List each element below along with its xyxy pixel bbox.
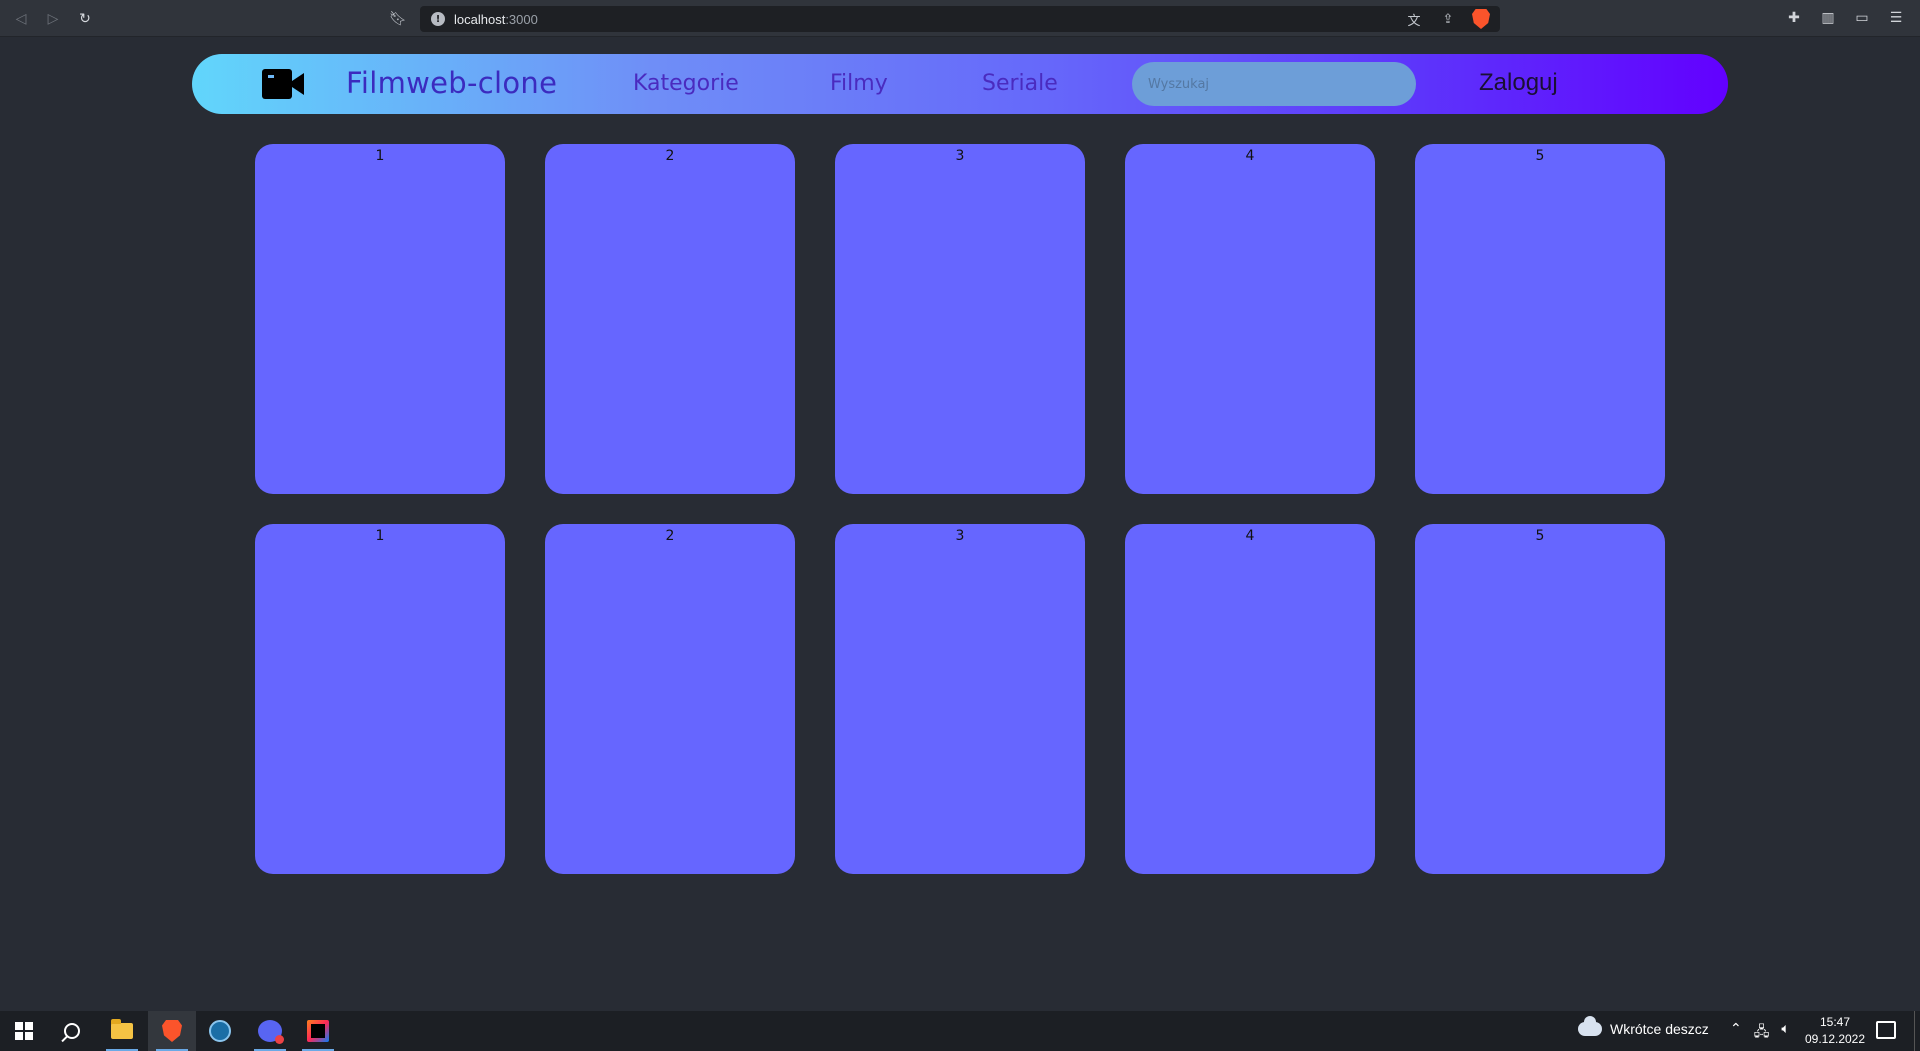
clock[interactable]: 15:47 09.12.2022 xyxy=(1800,1014,1870,1048)
search-icon[interactable] xyxy=(48,1011,96,1051)
movie-card[interactable]: 4 xyxy=(1125,144,1375,494)
menu-icon[interactable]: ☰ xyxy=(1886,8,1906,28)
address-bar[interactable]: ! localhost:3000 文 ⇪ xyxy=(420,6,1500,32)
notifications-icon[interactable] xyxy=(1876,1021,1896,1039)
intellij-idea-icon[interactable] xyxy=(294,1011,342,1051)
movie-card[interactable]: 5 xyxy=(1415,524,1665,874)
reload-icon[interactable]: ↻ xyxy=(74,8,96,30)
windows-taskbar: Wkrótce deszcz ⌃ 🖧︎ 🔈︎ 15:47 09.12.2022 xyxy=(0,1011,1920,1051)
weather-widget[interactable]: Wkrótce deszcz xyxy=(1578,1016,1709,1037)
movie-card[interactable]: 4 xyxy=(1125,524,1375,874)
card-row: 1 2 3 4 5 xyxy=(255,524,1665,874)
card-row: 1 2 3 4 5 xyxy=(255,144,1665,494)
clock-date: 09.12.2022 xyxy=(1804,1032,1866,1046)
brave-browser-icon[interactable] xyxy=(148,1011,196,1051)
browser-toolbar: ◁ ▷ ↻ 🔖︎ ! localhost:3000 文 ⇪ ✚ ▥ ▭ ☰ xyxy=(0,0,1920,37)
movie-card[interactable]: 1 xyxy=(255,144,505,494)
show-desktop-button[interactable] xyxy=(1914,1011,1920,1051)
chevron-up-icon[interactable]: ⌃ xyxy=(1730,1021,1742,1045)
windows-start-icon[interactable] xyxy=(0,1011,48,1051)
back-icon[interactable]: ◁ xyxy=(10,8,32,30)
site-info-icon[interactable]: ! xyxy=(431,12,445,26)
nav-seriale[interactable]: Seriale xyxy=(982,71,1058,96)
movie-card[interactable]: 3 xyxy=(835,524,1085,874)
extensions-icon[interactable]: ✚ xyxy=(1784,8,1804,28)
steam-icon[interactable] xyxy=(196,1011,244,1051)
weather-text: Wkrótce deszcz xyxy=(1610,1021,1709,1037)
video-camera-icon[interactable] xyxy=(262,69,304,99)
sidebar-icon[interactable]: ▥ xyxy=(1818,8,1838,28)
movie-card[interactable]: 2 xyxy=(545,524,795,874)
wallet-icon[interactable]: ▭ xyxy=(1852,8,1872,28)
site-navbar: Filmweb-clone Kategorie Filmy Seriale Za… xyxy=(192,54,1728,114)
nav-filmy[interactable]: Filmy xyxy=(830,71,888,96)
cloud-icon xyxy=(1578,1016,1602,1036)
translate-icon[interactable]: 文 xyxy=(1404,9,1424,29)
bookmark-icon[interactable]: 🔖︎ xyxy=(388,8,408,30)
volume-icon[interactable]: 🔈︎ xyxy=(1781,1021,1789,1045)
movie-card[interactable]: 1 xyxy=(255,524,505,874)
url-text[interactable]: localhost:3000 xyxy=(454,12,538,27)
movie-grid: 1 2 3 4 5 1 2 3 4 5 xyxy=(255,144,1665,904)
nav-kategorie[interactable]: Kategorie xyxy=(633,71,739,96)
forward-icon[interactable]: ▷ xyxy=(42,8,64,30)
site-title[interactable]: Filmweb-clone xyxy=(346,66,557,100)
login-button[interactable]: Zaloguj xyxy=(1479,69,1558,97)
system-tray: ⌃ 🖧︎ 🔈︎ xyxy=(1730,1021,1790,1045)
movie-card[interactable]: 3 xyxy=(835,144,1085,494)
brave-shields-icon[interactable] xyxy=(1472,9,1490,29)
discord-icon[interactable] xyxy=(246,1011,294,1051)
clock-time: 15:47 xyxy=(1819,1015,1851,1029)
network-icon[interactable]: 🖧︎ xyxy=(1754,1021,1770,1045)
movie-card[interactable]: 5 xyxy=(1415,144,1665,494)
file-explorer-icon[interactable] xyxy=(98,1011,146,1051)
url-port: :3000 xyxy=(505,11,538,27)
url-host: localhost xyxy=(454,11,506,27)
movie-card[interactable]: 2 xyxy=(545,144,795,494)
search-input[interactable] xyxy=(1132,62,1416,106)
share-icon[interactable]: ⇪ xyxy=(1438,9,1458,29)
